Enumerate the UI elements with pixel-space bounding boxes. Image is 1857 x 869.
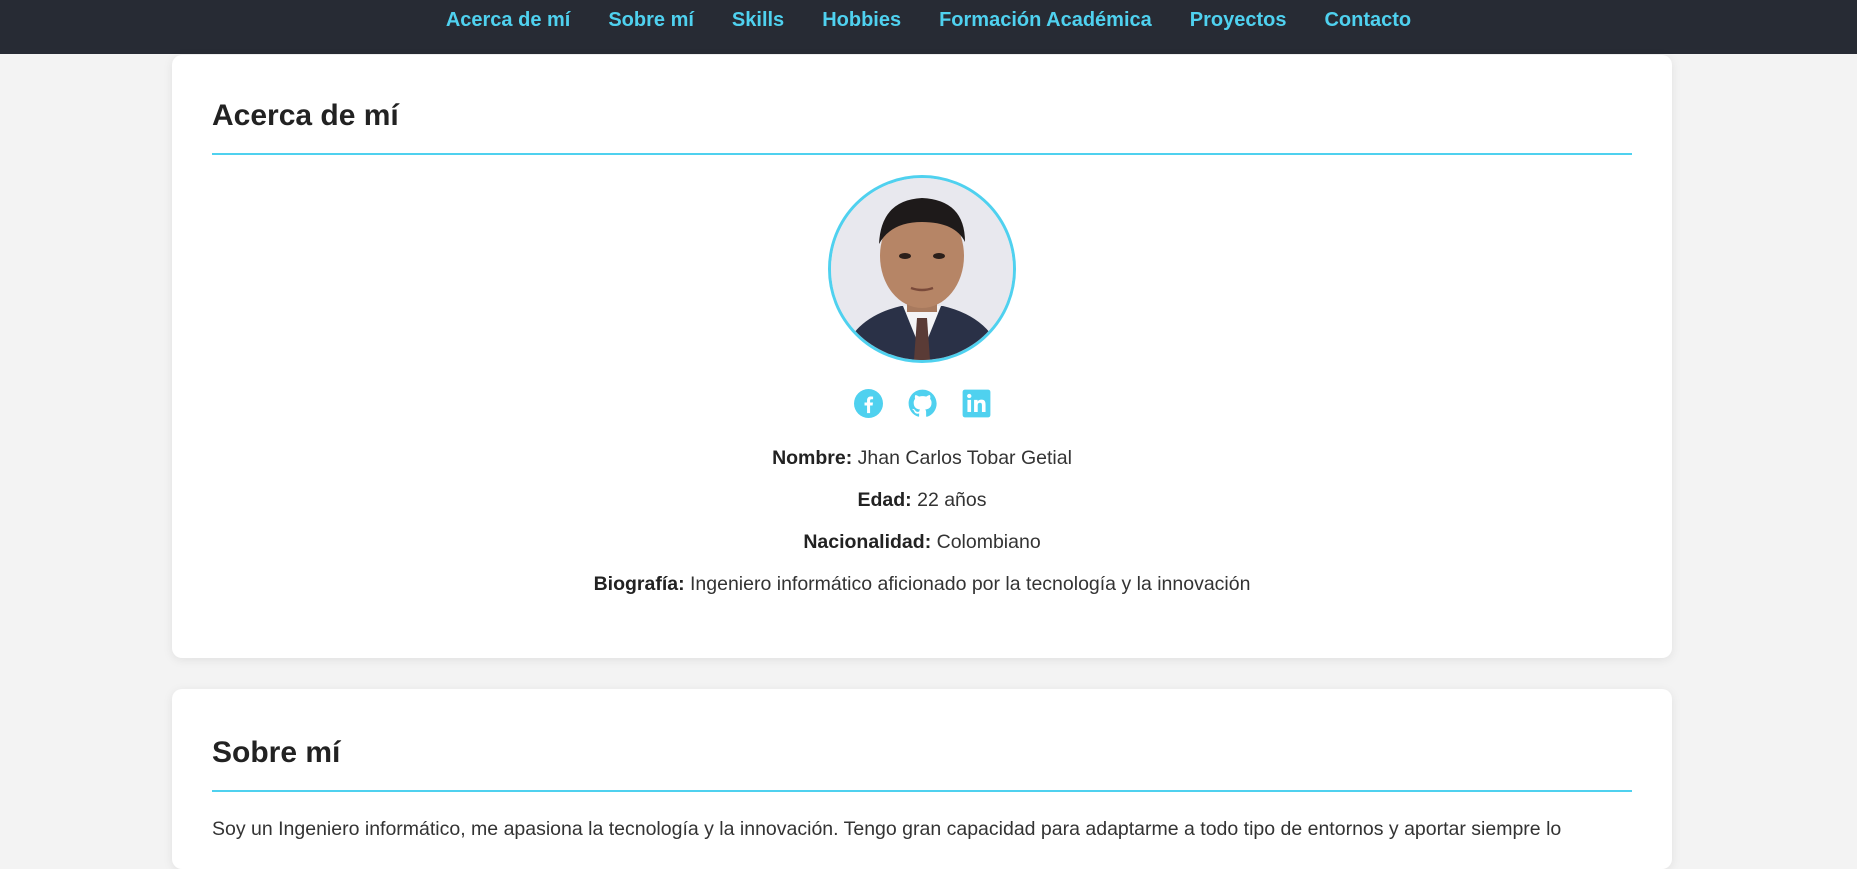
social-links [212, 389, 1632, 418]
nationality-value: Colombiano [936, 531, 1041, 553]
nav-link-skills[interactable]: Skills [732, 0, 784, 40]
age-label: Edad: [857, 489, 912, 511]
github-icon[interactable] [908, 389, 937, 418]
name-label: Nombre: [772, 447, 853, 469]
nav-link-formacion[interactable]: Formación Académica [939, 0, 1152, 40]
info-name-row: Nombre: Jhan Carlos Tobar Getial [212, 446, 1632, 470]
avatar-container [212, 175, 1632, 363]
nav-link-hobbies[interactable]: Hobbies [822, 0, 901, 40]
sobre-title: Sobre mí [212, 689, 1632, 792]
nav-link-contacto[interactable]: Contacto [1324, 0, 1411, 40]
bio-label: Biografía: [593, 573, 685, 595]
sobre-paragraph: Soy un Ingeniero informático, me apasion… [212, 818, 1562, 840]
facebook-icon[interactable] [853, 389, 883, 418]
nav-link-sobre[interactable]: Sobre mí [608, 0, 694, 40]
linkedin-icon[interactable] [962, 389, 991, 418]
info-age-row: Edad: 22 años [212, 488, 1632, 512]
info-bio-row: Biografía: Ingeniero informático aficion… [212, 572, 1632, 596]
name-value: Jhan Carlos Tobar Getial [857, 447, 1072, 469]
bio-value: Ingeniero informático aficionado por la … [690, 573, 1251, 595]
profile-photo [831, 178, 1013, 360]
nav-link-acerca[interactable]: Acerca de mí [446, 0, 571, 40]
sobre-card: Sobre mí Soy un Ingeniero informático, m… [172, 689, 1672, 869]
info-nationality-row: Nacionalidad: Colombiano [212, 530, 1632, 554]
personal-info: Nombre: Jhan Carlos Tobar Getial Edad: 2… [212, 446, 1632, 596]
about-title: Acerca de mí [212, 55, 1632, 155]
nav-link-proyectos[interactable]: Proyectos [1190, 0, 1287, 40]
nationality-label: Nacionalidad: [803, 531, 932, 553]
top-navigation: Acerca de mí Sobre mí Skills Hobbies For… [0, 0, 1857, 54]
avatar [828, 175, 1016, 363]
about-card: Acerca de mí Nombre: Jhan Carlos Tobar G… [172, 55, 1672, 658]
age-value: 22 años [917, 489, 987, 511]
